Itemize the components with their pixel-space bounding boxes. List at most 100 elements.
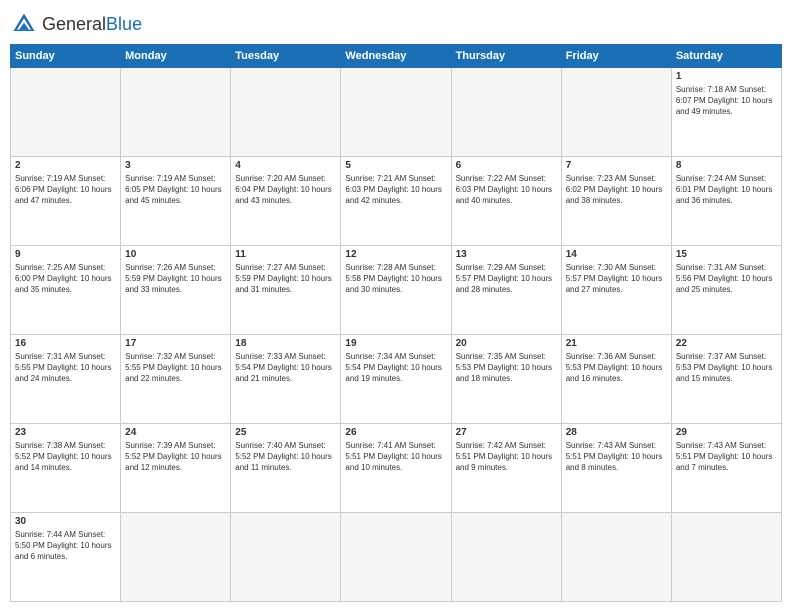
day-info: Sunrise: 7:28 AM Sunset: 5:58 PM Dayligh… (345, 262, 446, 296)
day-info: Sunrise: 7:30 AM Sunset: 5:57 PM Dayligh… (566, 262, 667, 296)
calendar-cell: 28Sunrise: 7:43 AM Sunset: 5:51 PM Dayli… (561, 424, 671, 513)
calendar-cell: 25 Sunrise: 7:40 AM Sunset: 5:52 PM Dayli… (231, 424, 341, 513)
calendar-cell: 14 Sunrise: 7:30 AM Sunset: 5:57 PM Dayli… (561, 246, 671, 335)
calendar-cell: 5 Sunrise: 7:21 AM Sunset: 6:03 PM Daylig… (341, 157, 451, 246)
day-info: Sunrise: 7:41 AM Sunset: 5:51 PM Dayligh… (345, 440, 446, 474)
calendar-cell (231, 513, 341, 602)
day-number: 9 (15, 249, 116, 260)
day-number: 16 (15, 338, 116, 349)
logo: GeneralBlue (10, 10, 142, 38)
day-number: 5 (345, 160, 446, 171)
day-info: Sunrise: 7:27 AM Sunset: 5:59 PM Dayligh… (235, 262, 336, 296)
day-number: 30 (15, 516, 116, 527)
calendar-cell (451, 513, 561, 602)
calendar-cell (121, 68, 231, 157)
calendar-cell: 2 Sunrise: 7:19 AM Sunset: 6:06 PM Daylig… (11, 157, 121, 246)
day-info: Sunrise: 7:34 AM Sunset: 5:54 PM Dayligh… (345, 351, 446, 385)
day-number: 18 (235, 338, 336, 349)
calendar-body: 1 Sunrise: 7:18 AM Sunset: 6:07 PM Daylig… (11, 68, 782, 602)
calendar-cell: 22Sunrise: 7:37 AM Sunset: 5:53 PM Dayli… (671, 335, 781, 424)
day-number: 1 (676, 71, 777, 82)
day-info: Sunrise: 7:44 AM Sunset: 5:50 PM Dayligh… (15, 529, 116, 563)
calendar-cell: 24Sunrise: 7:39 AM Sunset: 5:52 PM Dayli… (121, 424, 231, 513)
calendar-cell: 20Sunrise: 7:35 AM Sunset: 5:53 PM Dayli… (451, 335, 561, 424)
calendar-cell: 26 Sunrise: 7:41 AM Sunset: 5:51 PM Dayli… (341, 424, 451, 513)
calendar-cell: 7Sunrise: 7:23 AM Sunset: 6:02 PM Daylig… (561, 157, 671, 246)
calendar-cell (341, 513, 451, 602)
day-number: 4 (235, 160, 336, 171)
calendar-cell (671, 513, 781, 602)
day-info: Sunrise: 7:40 AM Sunset: 5:52 PM Dayligh… (235, 440, 336, 474)
calendar-cell: 29 Sunrise: 7:43 AM Sunset: 5:51 PM Dayli… (671, 424, 781, 513)
day-info: Sunrise: 7:24 AM Sunset: 6:01 PM Dayligh… (676, 173, 777, 207)
calendar-header-saturday: Saturday (671, 45, 781, 68)
calendar-header-sunday: Sunday (11, 45, 121, 68)
day-number: 8 (676, 160, 777, 171)
day-number: 12 (345, 249, 446, 260)
calendar-cell: 1 Sunrise: 7:18 AM Sunset: 6:07 PM Daylig… (671, 68, 781, 157)
day-number: 29 (676, 427, 777, 438)
day-number: 3 (125, 160, 226, 171)
calendar-week-3: 16 Sunrise: 7:31 AM Sunset: 5:55 PM Dayli… (11, 335, 782, 424)
calendar-cell: 11 Sunrise: 7:27 AM Sunset: 5:59 PM Dayli… (231, 246, 341, 335)
day-info: Sunrise: 7:38 AM Sunset: 5:52 PM Dayligh… (15, 440, 116, 474)
day-number: 14 (566, 249, 667, 260)
calendar-cell: 12 Sunrise: 7:28 AM Sunset: 5:58 PM Dayli… (341, 246, 451, 335)
calendar-cell (451, 68, 561, 157)
calendar-week-4: 23 Sunrise: 7:38 AM Sunset: 5:52 PM Dayli… (11, 424, 782, 513)
day-info: Sunrise: 7:22 AM Sunset: 6:03 PM Dayligh… (456, 173, 557, 207)
calendar-cell: 21Sunrise: 7:36 AM Sunset: 5:53 PM Dayli… (561, 335, 671, 424)
calendar-cell: 30 Sunrise: 7:44 AM Sunset: 5:50 PM Dayli… (11, 513, 121, 602)
calendar-cell: 27 Sunrise: 7:42 AM Sunset: 5:51 PM Dayli… (451, 424, 561, 513)
day-info: Sunrise: 7:37 AM Sunset: 5:53 PM Dayligh… (676, 351, 777, 385)
calendar-cell (11, 68, 121, 157)
calendar-cell: 13 Sunrise: 7:29 AM Sunset: 5:57 PM Dayli… (451, 246, 561, 335)
day-number: 28 (566, 427, 667, 438)
page: GeneralBlue SundayMondayTuesdayWednesday… (0, 0, 792, 612)
calendar-header-row: SundayMondayTuesdayWednesdayThursdayFrid… (11, 45, 782, 68)
calendar-cell: 6 Sunrise: 7:22 AM Sunset: 6:03 PM Daylig… (451, 157, 561, 246)
calendar-cell (231, 68, 341, 157)
calendar-cell: 10 Sunrise: 7:26 AM Sunset: 5:59 PM Dayli… (121, 246, 231, 335)
calendar-header-wednesday: Wednesday (341, 45, 451, 68)
day-info: Sunrise: 7:31 AM Sunset: 5:56 PM Dayligh… (676, 262, 777, 296)
day-number: 19 (345, 338, 446, 349)
day-number: 27 (456, 427, 557, 438)
calendar-header-thursday: Thursday (451, 45, 561, 68)
calendar-cell: 9 Sunrise: 7:25 AM Sunset: 6:00 PM Daylig… (11, 246, 121, 335)
day-number: 7 (566, 160, 667, 171)
day-number: 6 (456, 160, 557, 171)
day-number: 24 (125, 427, 226, 438)
calendar-cell (121, 513, 231, 602)
day-info: Sunrise: 7:29 AM Sunset: 5:57 PM Dayligh… (456, 262, 557, 296)
calendar-cell (561, 68, 671, 157)
logo-text: GeneralBlue (42, 15, 142, 33)
day-number: 2 (15, 160, 116, 171)
day-number: 10 (125, 249, 226, 260)
calendar-cell: 23 Sunrise: 7:38 AM Sunset: 5:52 PM Dayli… (11, 424, 121, 513)
day-info: Sunrise: 7:31 AM Sunset: 5:55 PM Dayligh… (15, 351, 116, 385)
day-info: Sunrise: 7:42 AM Sunset: 5:51 PM Dayligh… (456, 440, 557, 474)
day-info: Sunrise: 7:43 AM Sunset: 5:51 PM Dayligh… (676, 440, 777, 474)
day-number: 21 (566, 338, 667, 349)
day-info: Sunrise: 7:18 AM Sunset: 6:07 PM Dayligh… (676, 84, 777, 118)
day-number: 13 (456, 249, 557, 260)
calendar-cell: 19 Sunrise: 7:34 AM Sunset: 5:54 PM Dayli… (341, 335, 451, 424)
day-info: Sunrise: 7:25 AM Sunset: 6:00 PM Dayligh… (15, 262, 116, 296)
day-info: Sunrise: 7:21 AM Sunset: 6:03 PM Dayligh… (345, 173, 446, 207)
day-number: 23 (15, 427, 116, 438)
day-info: Sunrise: 7:32 AM Sunset: 5:55 PM Dayligh… (125, 351, 226, 385)
calendar-cell: 16 Sunrise: 7:31 AM Sunset: 5:55 PM Dayli… (11, 335, 121, 424)
day-info: Sunrise: 7:20 AM Sunset: 6:04 PM Dayligh… (235, 173, 336, 207)
day-number: 25 (235, 427, 336, 438)
logo-icon (10, 10, 38, 38)
day-number: 20 (456, 338, 557, 349)
day-number: 11 (235, 249, 336, 260)
day-number: 15 (676, 249, 777, 260)
calendar-week-2: 9 Sunrise: 7:25 AM Sunset: 6:00 PM Daylig… (11, 246, 782, 335)
header: GeneralBlue (10, 10, 782, 38)
day-info: Sunrise: 7:19 AM Sunset: 6:06 PM Dayligh… (15, 173, 116, 207)
day-info: Sunrise: 7:26 AM Sunset: 5:59 PM Dayligh… (125, 262, 226, 296)
calendar-week-0: 1 Sunrise: 7:18 AM Sunset: 6:07 PM Daylig… (11, 68, 782, 157)
day-number: 26 (345, 427, 446, 438)
